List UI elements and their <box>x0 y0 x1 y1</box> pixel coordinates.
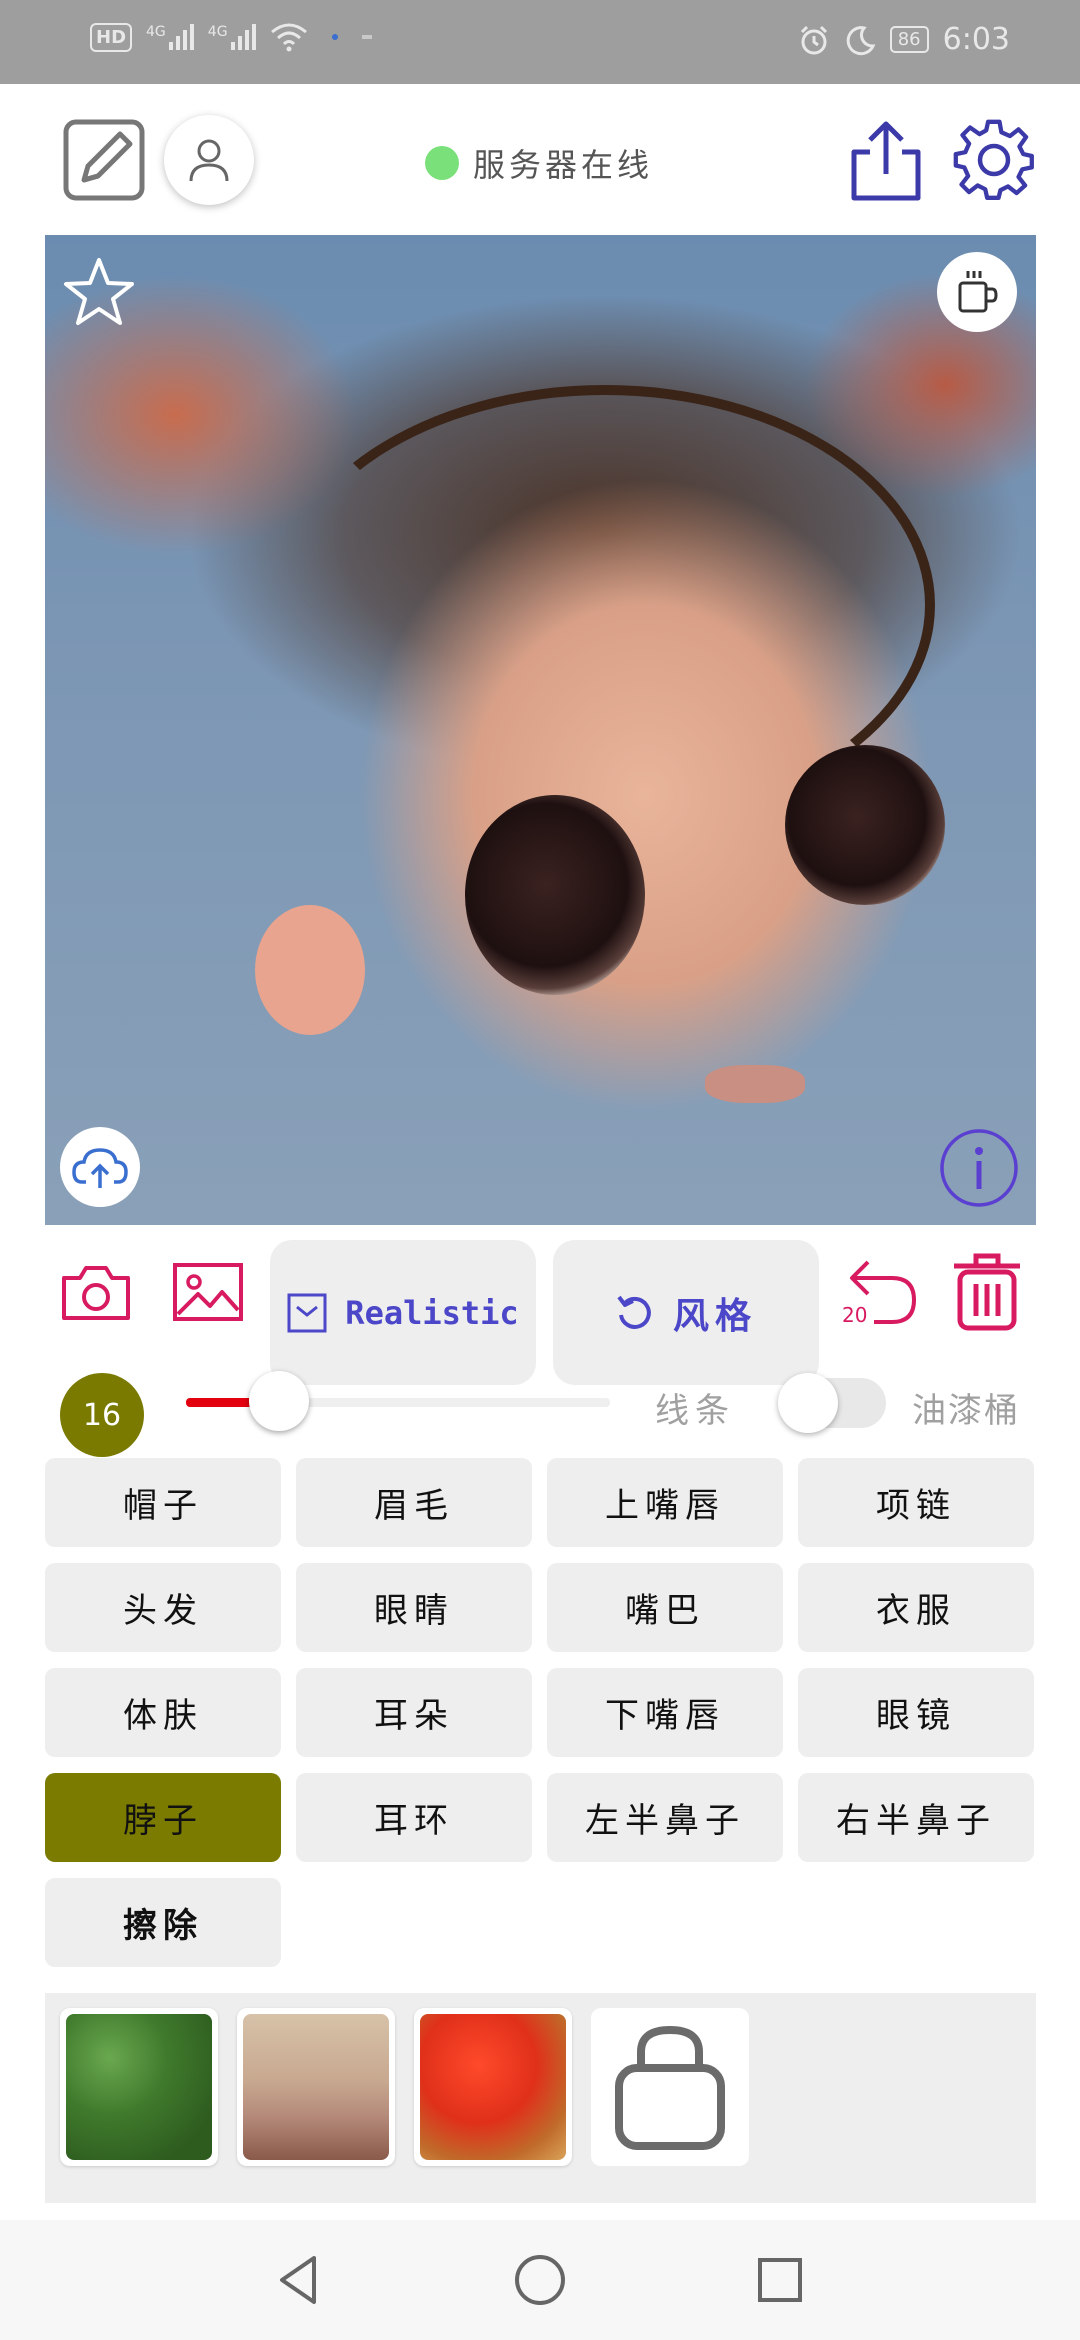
clock: 6:03 <box>942 22 1010 57</box>
server-status-text: 服务器在线 <box>473 146 654 184</box>
network-type-label: 4G <box>146 24 166 40</box>
mail-box-icon <box>287 1293 327 1332</box>
back-triangle-icon <box>280 2256 316 2304</box>
nav-back-button[interactable] <box>270 2250 330 2310</box>
doll-ear <box>255 905 365 1035</box>
doll-eye-left <box>465 795 645 995</box>
coffee-cup-icon <box>958 271 998 313</box>
photo-canvas[interactable] <box>45 235 1036 1225</box>
dot-indicator <box>331 34 338 40</box>
brush-size-badge: 16 <box>60 1373 144 1457</box>
part-button[interactable]: 眼镜 <box>798 1668 1034 1757</box>
part-button[interactable]: 衣服 <box>798 1563 1034 1652</box>
paint-bucket-toggle-thumb[interactable] <box>778 1373 838 1433</box>
settings-button[interactable] <box>952 118 1036 202</box>
star-icon <box>64 258 134 325</box>
texture-pink-flowers[interactable] <box>237 2008 395 2166</box>
camera-icon <box>62 1266 130 1320</box>
texture-green-foliage-image <box>66 2014 212 2160</box>
texture-red-flowers[interactable] <box>414 2008 572 2166</box>
upload-button[interactable] <box>60 1127 140 1207</box>
refresh-icon <box>617 1295 651 1329</box>
favorite-button[interactable] <box>62 255 136 329</box>
signal-icon-2: 4G <box>208 24 256 50</box>
network-type-label-2: 4G <box>207 24 228 40</box>
part-button[interactable]: 上嘴唇 <box>547 1458 783 1547</box>
doll-eye-right <box>785 745 945 905</box>
part-button[interactable]: 耳环 <box>296 1773 532 1862</box>
signal-icon: 4G <box>146 24 194 50</box>
part-button[interactable]: 体肤 <box>45 1668 281 1757</box>
style-label: 风格 <box>672 1294 757 1337</box>
small-notification-icon <box>361 35 372 39</box>
share-button[interactable] <box>846 118 926 202</box>
system-nav-bar <box>0 2220 1080 2340</box>
face-parts-grid: 帽子 眉毛 上嘴唇 项链头发 眼睛 嘴巴 衣服体肤 耳朵 下嘴唇 眼镜脖子 耳环 左半鼻子 右半鼻子擦除 <box>45 1458 1036 1967</box>
server-status: 服务器在线 <box>425 140 653 186</box>
share-icon <box>851 121 921 201</box>
gallery-button[interactable] <box>172 1262 244 1322</box>
trash-icon <box>954 1253 1020 1331</box>
style-button[interactable]: 风格 <box>553 1240 819 1385</box>
info-icon <box>940 1129 1018 1207</box>
part-button[interactable]: 嘴巴 <box>547 1563 783 1652</box>
part-button[interactable]: 头发 <box>45 1563 281 1652</box>
lines-label: 线条 <box>655 1391 735 1431</box>
wifi-icon <box>270 23 307 52</box>
doll-mouth <box>705 1065 805 1103</box>
part-button[interactable]: 下嘴唇 <box>547 1668 783 1757</box>
part-button[interactable]: 项链 <box>798 1458 1034 1547</box>
status-dot <box>425 146 459 180</box>
cloud-upload-icon <box>72 1148 128 1188</box>
texture-shop-button[interactable] <box>591 2008 749 2166</box>
part-button[interactable]: 眼睛 <box>296 1563 532 1652</box>
part-button[interactable]: 擦除 <box>45 1878 281 1967</box>
undo-count: 20 <box>842 1303 868 1327</box>
part-button[interactable]: 眉毛 <box>296 1458 532 1547</box>
coffee-button[interactable] <box>937 252 1017 332</box>
nav-recents-button[interactable] <box>750 2250 810 2310</box>
hd-badge: HD <box>90 22 133 52</box>
part-button[interactable]: 耳朵 <box>296 1668 532 1757</box>
shopping-bag-icon <box>615 2025 725 2150</box>
part-button[interactable]: 脖子 <box>45 1773 281 1862</box>
nav-home-button[interactable] <box>510 2250 570 2310</box>
recents-square-icon <box>758 2258 802 2302</box>
part-button[interactable]: 右半鼻子 <box>798 1773 1034 1862</box>
profile-button[interactable] <box>164 115 254 205</box>
paint-bucket-label: 油漆桶 <box>912 1391 1020 1431</box>
texture-pink-flowers-image <box>243 2014 389 2160</box>
delete-button[interactable] <box>950 1252 1024 1332</box>
user-icon <box>189 139 229 182</box>
battery-indicator: 86 <box>889 26 929 53</box>
texture-red-flowers-image <box>420 2014 566 2160</box>
status-bar: HD 4G 4G 86 6:03 <box>0 0 1080 84</box>
status-left: HD 4G 4G <box>90 22 372 52</box>
alarm-icon <box>800 25 827 54</box>
info-button[interactable] <box>938 1127 1020 1209</box>
texture-green-foliage[interactable] <box>60 2008 218 2166</box>
home-circle-icon <box>515 2255 565 2305</box>
moon-icon <box>846 25 876 55</box>
edit-button[interactable] <box>62 118 146 202</box>
brush-size-thumb[interactable] <box>249 1371 310 1431</box>
part-button[interactable]: 帽子 <box>45 1458 281 1547</box>
image-icon <box>173 1263 243 1321</box>
status-right: 86 6:03 <box>798 22 1010 57</box>
edit-icon <box>63 119 145 201</box>
gear-icon <box>953 119 1034 200</box>
realistic-mode-label: Realistic <box>345 1293 519 1332</box>
realistic-mode-button[interactable]: Realistic <box>270 1240 536 1385</box>
part-button[interactable]: 左半鼻子 <box>547 1773 783 1862</box>
camera-button[interactable] <box>60 1262 132 1322</box>
